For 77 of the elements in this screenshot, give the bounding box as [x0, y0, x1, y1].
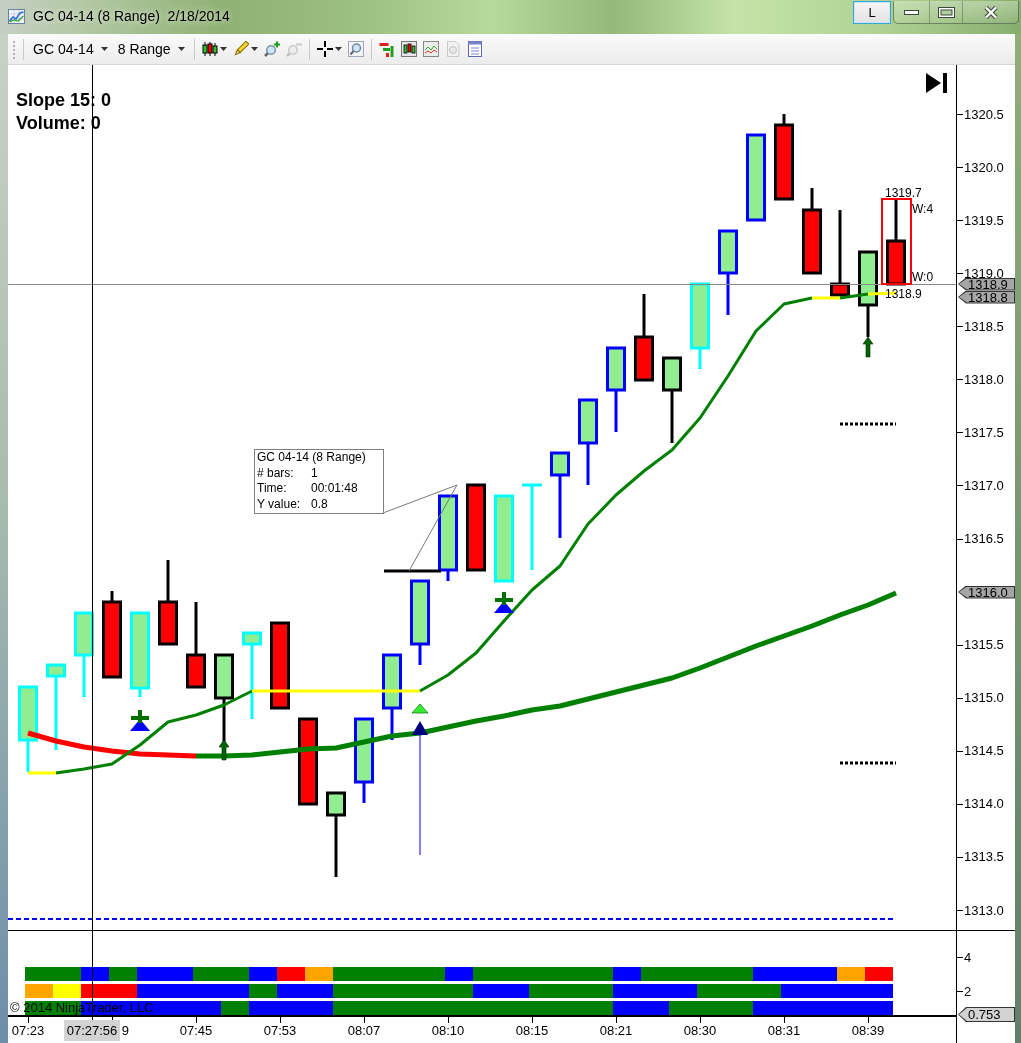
cursor-time-label: 07:27:56 [64, 1020, 120, 1041]
high-price-label: 1319.7 [885, 186, 922, 200]
count-label: W:0 [912, 270, 934, 284]
indicator-tick-label: 2 [964, 984, 972, 998]
tooltip-value: 0.8 [311, 496, 328, 513]
price-tick-label: 1316.5 [964, 532, 1004, 546]
time-label: 07:45 [179, 1023, 213, 1038]
dotted-level-line [840, 422, 896, 426]
price-tick-label: 1315.0 [964, 691, 1004, 705]
price-tick-label: 1318.5 [964, 319, 1004, 333]
form-window-icon [466, 41, 483, 57]
pencil-icon [232, 41, 249, 57]
price-tick-label: 1317.5 [964, 425, 1004, 439]
price-tick-label: 1318.0 [964, 372, 1004, 386]
triangle-icon [411, 703, 429, 714]
caret-icon [177, 47, 185, 51]
tooltip-label: Y value: [257, 496, 301, 513]
magnifier-icon [347, 41, 364, 57]
dotted-level-line [840, 761, 896, 765]
price-tick-label: 1317.0 [964, 478, 1004, 492]
window-title: GC 04-14 (8 Range) 2/18/2014 [33, 8, 230, 25]
toolbar-dropdown[interactable]: 8 Range [112, 37, 190, 61]
time-label: 08:07 [347, 1023, 381, 1038]
time-label: 08:30 [683, 1023, 717, 1038]
price-tick-label: 1320.0 [964, 160, 1004, 174]
candlestick-icon [201, 41, 218, 57]
zoom-in-icon [263, 41, 280, 57]
price-tick-label: 1314.5 [964, 744, 1004, 758]
caret-icon [219, 47, 227, 51]
price-tick-label: 1313.0 [964, 903, 1004, 917]
price-tag: 1318.9 [958, 277, 1015, 291]
value-tag: 0.753 [958, 1007, 1015, 1022]
price-tick-label: 1319.5 [964, 213, 1004, 227]
caret-icon [334, 47, 342, 51]
plus-triangle-icon [130, 710, 150, 731]
price-tick-label: 1313.5 [964, 850, 1004, 864]
count-label: W:4 [912, 202, 934, 216]
zoom-out-icon [285, 41, 302, 57]
skip-to-end-icon[interactable] [926, 73, 947, 93]
maximize-icon [937, 6, 955, 18]
close-icon [983, 5, 998, 19]
coin-document-icon [444, 41, 461, 57]
grip-icon[interactable] [12, 39, 16, 59]
caret-icon [250, 47, 258, 51]
tooltip-label: # bars: [257, 465, 294, 482]
price-tick-label: 1319.0 [964, 266, 1004, 280]
caret-icon [100, 47, 108, 51]
low-price-label: 1318.9 [885, 287, 922, 301]
time-label: 07:53 [263, 1023, 297, 1038]
time-label: 9 [121, 1023, 129, 1038]
time-label: 08:31 [767, 1023, 801, 1038]
up-arrow-icon [218, 739, 230, 761]
bar-list-icon [378, 41, 395, 57]
price-tag: 1318.8 [958, 290, 1015, 304]
tooltip-title: GC 04-14 (8 Range) [257, 450, 367, 466]
toolbar-dropdown[interactable]: GC 04-14 [28, 37, 113, 61]
up-arrow-icon [862, 336, 874, 358]
chart-app-icon [8, 9, 25, 24]
minimize-icon [904, 9, 919, 15]
candle-chart-icon [400, 41, 417, 57]
indicator-tick-label: 4 [964, 950, 972, 964]
price-tick-label: 1320.5 [964, 107, 1004, 121]
tooltip-label: Time: [257, 481, 287, 497]
price-tick-label: 1315.5 [964, 638, 1004, 652]
crosshair-icon [316, 41, 333, 57]
tooltip-value: 1 [311, 465, 318, 482]
plus-triangle-icon [494, 592, 514, 613]
time-label: 08:10 [431, 1023, 465, 1038]
time-label: 08:21 [599, 1023, 633, 1038]
tooltip-value: 00:01:48 [311, 481, 358, 497]
price-tag: 1316.0 [958, 585, 1015, 599]
time-label: 08:39 [851, 1023, 885, 1038]
time-label: 07:23 [11, 1023, 45, 1038]
price-tick-label: 1314.0 [964, 797, 1004, 811]
line-chart-icon [422, 41, 439, 57]
time-label: 08:15 [515, 1023, 549, 1038]
layout-button[interactable]: L [853, 1, 891, 24]
